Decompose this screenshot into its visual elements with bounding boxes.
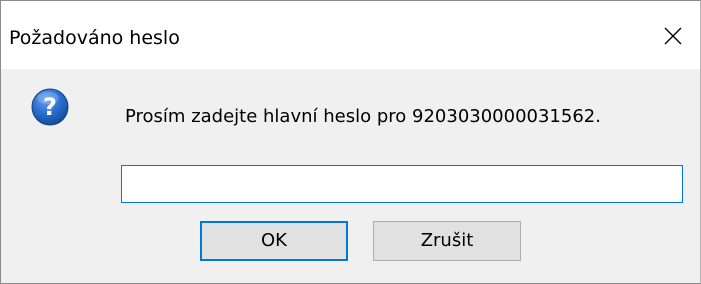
svg-text:?: ? <box>43 93 57 121</box>
prompt-message: Prosím zadejte hlavní heslo pro 92030300… <box>125 106 601 127</box>
ok-button[interactable]: OK <box>200 221 348 261</box>
cancel-button[interactable]: Zrušit <box>373 221 521 261</box>
window-title: Požadováno heslo <box>9 27 180 49</box>
password-input[interactable] <box>121 165 683 203</box>
dialog-content: ? Prosím zadejte hlavní heslo pro 920303… <box>1 69 700 283</box>
close-button[interactable] <box>654 1 700 69</box>
question-icon: ? <box>31 88 69 126</box>
close-icon <box>664 27 682 45</box>
title-bar[interactable]: Požadováno heslo <box>1 1 700 69</box>
password-dialog: Požadováno heslo ? Prosím zadejte hlavní… <box>0 0 701 284</box>
